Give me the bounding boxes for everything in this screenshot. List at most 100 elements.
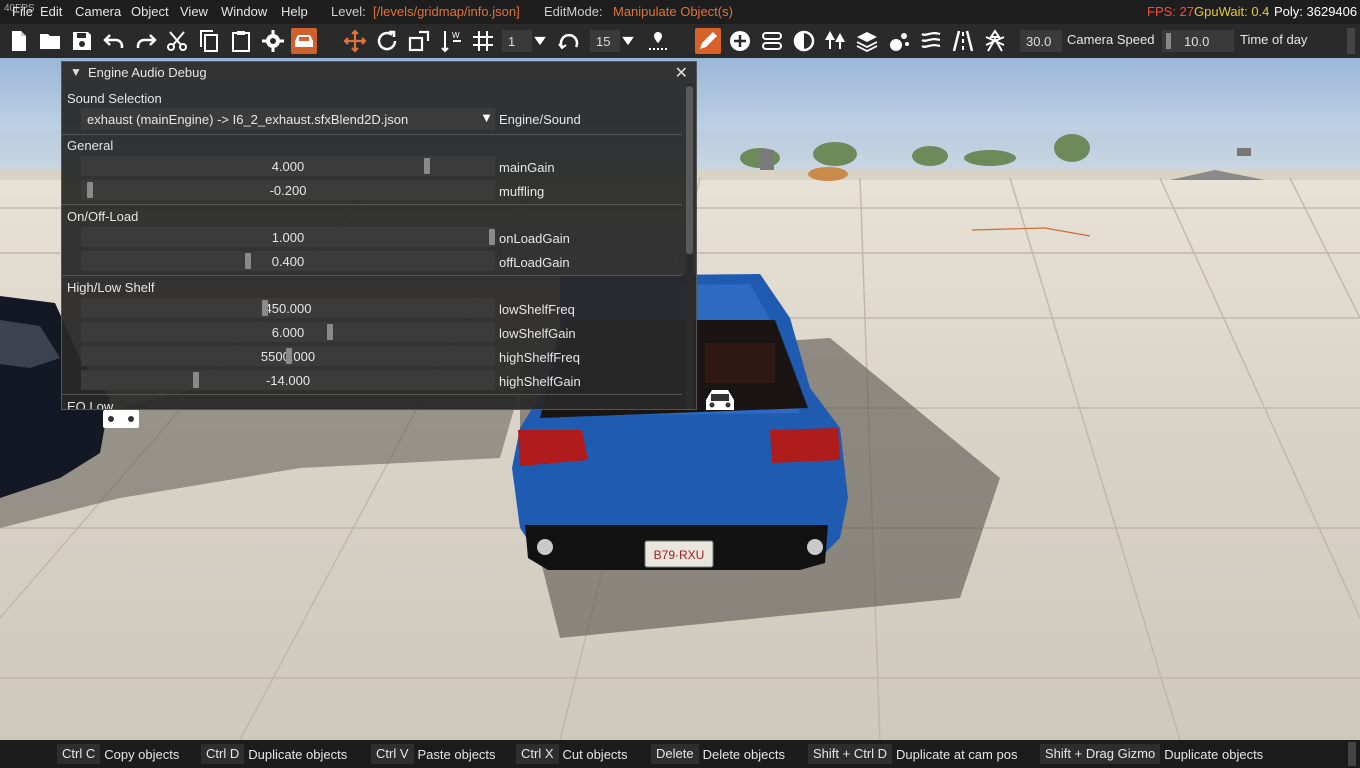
new-file-icon[interactable] [6,28,32,54]
vehicle-marker-icon[interactable] [103,410,139,428]
road-icon[interactable] [950,28,976,54]
angle-snap-input[interactable]: 15 [590,30,620,52]
engine-audio-debug-window: ▼ Engine Audio Debug ✕ Sound Selection e… [61,61,697,410]
slider-value: 1.000 [271,230,305,245]
menu-edit[interactable]: Edit [40,4,62,19]
slider-offloadgain[interactable]: 0.400 [81,251,495,271]
paste-icon[interactable] [228,28,254,54]
menu-view[interactable]: View [180,4,208,19]
slider-muffling[interactable]: -0.200 [81,180,495,200]
menu-help[interactable]: Help [281,4,308,19]
slider-highshelfgain[interactable]: -14.000 [81,370,495,390]
close-icon[interactable]: ✕ [675,63,688,83]
particles-icon[interactable] [886,28,912,54]
toolbar-scrollbar[interactable] [1347,28,1355,54]
slider-grab[interactable] [262,300,268,316]
menu-window[interactable]: Window [221,4,267,19]
world-space-icon[interactable]: W [438,28,464,54]
slider-grab[interactable] [87,182,93,198]
vehicle-marker-icon[interactable] [706,390,734,410]
shortcut-desc: Duplicate objects [248,746,348,762]
time-of-day-slider-grab[interactable] [1166,33,1171,49]
chevron-down-icon[interactable] [530,28,550,54]
sound-selection-label: Sound Selection [67,91,162,106]
pencil-icon[interactable] [695,28,721,54]
shortcut-desc: Delete objects [702,746,785,762]
sound-selection-value: exhaust (mainEngine) -> I6_2_exhaust.sfx… [87,112,409,127]
chevron-down-icon[interactable]: ▼ [480,110,493,125]
grid-step-input[interactable]: 1 [502,30,532,52]
slider-grab[interactable] [245,253,251,269]
redo-icon[interactable] [133,28,159,54]
shortcut-duplicate: Ctrl D Duplicate objects [201,744,347,764]
slider-lowshelffreq[interactable]: 450.000 [81,298,495,318]
ai-path-icon[interactable] [982,28,1008,54]
divider [62,275,682,276]
gpuwait-counter: GpuWait: 0.4 [1194,4,1270,19]
slider-grab[interactable] [489,229,495,245]
window-scrollbar[interactable] [686,84,693,409]
shortcut-paste: Ctrl V Paste objects [371,744,496,764]
menu-camera[interactable]: Camera [75,4,121,19]
slider-value: -14.000 [265,373,311,388]
shortcut-key: Shift + Ctrl D [808,744,893,764]
terrain-layers-icon[interactable] [854,28,880,54]
menu-object[interactable]: Object [131,4,169,19]
river-icon[interactable] [918,28,944,54]
muffling-label: muffling [499,184,545,199]
cut-icon[interactable] [164,28,190,54]
decal-icon[interactable] [791,28,817,54]
section-onoff-load: On/Off-Load [67,209,139,224]
copy-icon[interactable] [196,28,222,54]
slider-grab[interactable] [327,324,333,340]
shortcut-desc: Cut objects [562,746,628,762]
camera-speed-input[interactable]: 30.0 [1020,30,1062,52]
time-of-day-input[interactable]: 10.0 [1162,30,1234,52]
translate-gizmo-icon[interactable] [342,28,368,54]
divider [62,134,682,135]
slider-maingain[interactable]: 4.000 [81,156,495,176]
slider-grab[interactable] [286,348,292,364]
statusbar-scrollbar[interactable] [1348,742,1356,766]
rotation-snap-icon[interactable] [556,28,582,54]
undo-icon[interactable] [101,28,127,54]
scrollbar-thumb[interactable] [686,86,693,254]
shortcut-drag-gizmo: Shift + Drag Gizmo Duplicate objects [1040,744,1263,764]
offloadgain-label: offLoadGain [499,255,570,270]
road-editor-icon[interactable] [759,28,785,54]
rotate-gizmo-icon[interactable] [374,28,400,54]
sound-selection-combo[interactable]: exhaust (mainEngine) -> I6_2_exhaust.sfx… [81,108,495,130]
settings-gear-icon[interactable] [260,28,286,54]
section-general: General [67,138,114,153]
status-bar: Ctrl C Copy objects Ctrl D Duplicate objec… [0,740,1360,768]
grid-snap-icon[interactable] [470,28,496,54]
poly-counter: Poly: 3629406 [1274,4,1358,19]
drop-to-ground-icon[interactable] [645,28,671,54]
scale-gizmo-icon[interactable] [406,28,432,54]
add-object-icon[interactable] [727,28,753,54]
open-folder-icon[interactable] [37,28,63,54]
vehicle-mode-icon[interactable] [291,28,317,54]
slider-grab[interactable] [424,158,430,174]
onloadgain-label: onLoadGain [499,231,570,246]
menu-file[interactable]: File [12,4,33,19]
engine-sound-label: Engine/Sound [499,112,581,127]
fps-counter: FPS: 27 [1147,4,1194,19]
slider-grab[interactable] [193,372,199,388]
shortcut-key: Ctrl C [57,744,101,764]
shortcut-cut: Ctrl X Cut objects [516,744,628,764]
license-plate: B79·RXU [654,548,705,562]
slider-onloadgain[interactable]: 1.000 [81,227,495,247]
editmode-label: EditMode: [544,4,603,19]
collapse-triangle-icon[interactable]: ▼ [70,65,82,79]
slider-highshelffreq[interactable]: 5500.000 [81,346,495,366]
window-titlebar[interactable]: ▼ Engine Audio Debug ✕ [62,62,696,82]
forest-icon[interactable] [822,28,848,54]
slider-lowshelfgain[interactable]: 6.000 [81,322,495,342]
shortcut-key: Ctrl D [201,744,245,764]
shortcut-key: Delete [651,744,699,764]
save-icon[interactable] [69,28,95,54]
section-high-low-shelf: High/Low Shelf [67,280,155,295]
camera-speed-label: Camera Speed [1067,32,1155,47]
chevron-down-icon[interactable] [618,28,638,54]
